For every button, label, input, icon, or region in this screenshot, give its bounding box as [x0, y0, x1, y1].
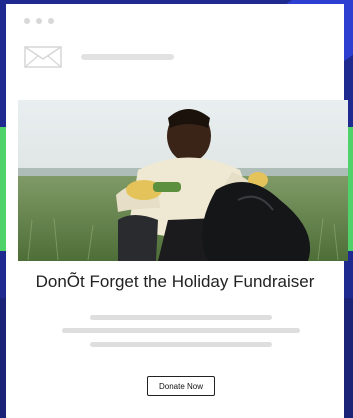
email-headline: DonÕt Forget the Holiday Fundraiser — [35, 272, 315, 291]
window-dot — [24, 18, 30, 24]
hero-image — [18, 100, 348, 261]
window-dots-icon — [24, 18, 54, 24]
body-placeholder-line — [62, 328, 300, 333]
donate-now-button[interactable]: Donate Now — [147, 376, 215, 396]
window-dot — [48, 18, 54, 24]
subject-placeholder-line — [81, 54, 174, 60]
email-preview-card: DonÕt Forget the Holiday Fundraiser Dona… — [6, 4, 348, 418]
window-dot — [36, 18, 42, 24]
mail-icon — [24, 46, 62, 68]
body-placeholder-line — [90, 315, 272, 320]
body-placeholder-line — [90, 342, 272, 347]
